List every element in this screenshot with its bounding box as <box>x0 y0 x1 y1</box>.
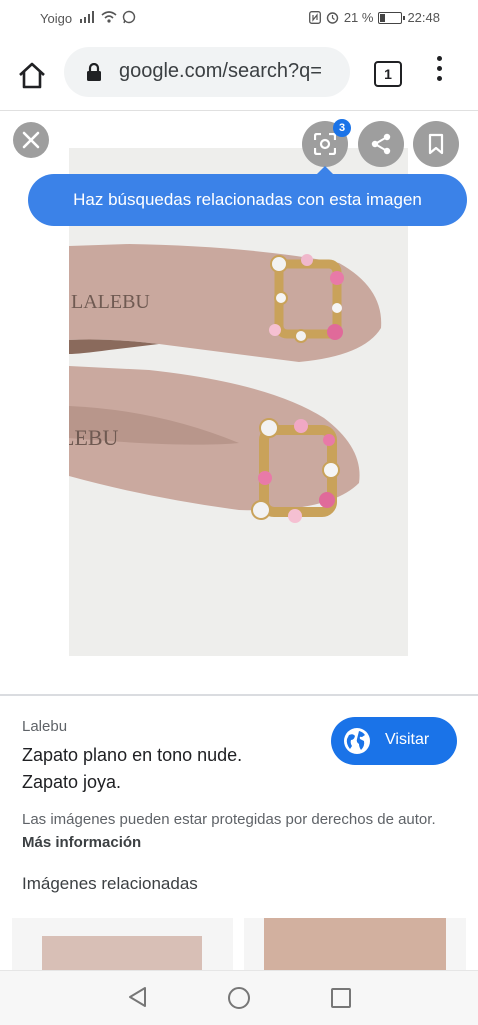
lens-icon <box>314 133 336 155</box>
related-image-card[interactable] <box>12 918 233 970</box>
tab-switcher-button[interactable]: 1 <box>374 61 402 87</box>
home-button[interactable] <box>14 58 50 94</box>
image-viewer: LALEBU LEBU <box>0 111 478 694</box>
related-image-card[interactable] <box>244 918 466 970</box>
nav-recent-icon[interactable] <box>331 988 351 1008</box>
lens-count-badge: 3 <box>333 119 351 137</box>
share-icon <box>371 133 391 155</box>
address-bar[interactable]: google.com/search?q= <box>64 47 350 97</box>
result-title-line2[interactable]: Zapato joya. <box>22 772 121 793</box>
copyright-notice: Las imágenes pueden estar protegidas por… <box>22 808 452 854</box>
related-thumb <box>42 936 202 970</box>
nfc-icon <box>308 11 321 24</box>
more-vert-icon[interactable] <box>432 56 446 90</box>
related-images-heading: Imágenes relacionadas <box>22 874 198 893</box>
lock-icon <box>87 63 101 81</box>
clock: 22:48 <box>407 10 440 25</box>
brand-emboss-bottom: LEBU <box>69 425 119 450</box>
status-bar: Yoigo 21 % 22:48 <box>0 0 478 36</box>
visit-button[interactable]: Visitar <box>331 717 457 765</box>
battery-percent: 21 % <box>343 10 374 25</box>
nav-home-icon[interactable] <box>228 987 250 1009</box>
more-info-link[interactable]: Más información <box>22 834 141 851</box>
result-title-line1[interactable]: Zapato plano en tono nude. <box>22 745 242 766</box>
nav-back-icon[interactable] <box>127 986 147 1008</box>
system-nav-bar <box>0 970 478 1025</box>
result-source[interactable]: Lalebu <box>22 718 67 735</box>
signal-icon <box>80 11 94 23</box>
visit-label: Visitar <box>385 731 430 748</box>
status-right: 21 % 22:48 <box>308 10 440 25</box>
related-thumb <box>264 918 446 970</box>
url-text: google.com/search?q= <box>119 60 322 82</box>
home-icon <box>19 62 45 89</box>
result-divider <box>0 694 478 696</box>
carrier-name: Yoigo <box>40 11 73 26</box>
whatsapp-icon <box>122 10 136 24</box>
brand-emboss-top: LALEBU <box>71 291 150 313</box>
alarm-icon <box>326 12 339 24</box>
share-button[interactable] <box>358 121 404 167</box>
lens-tooltip[interactable]: Haz búsquedas relacionadas con esta imag… <box>28 174 467 226</box>
bookmark-button[interactable] <box>413 121 459 167</box>
wifi-icon <box>101 11 117 23</box>
battery-icon <box>378 11 406 24</box>
signal-wifi-icons <box>80 10 136 24</box>
close-button[interactable] <box>13 122 49 158</box>
copyright-text: Las imágenes pueden estar protegidas por… <box>22 811 436 828</box>
globe-icon <box>344 728 370 754</box>
browser-toolbar: google.com/search?q= 1 <box>0 36 478 110</box>
bookmark-icon <box>428 133 444 155</box>
close-icon <box>22 131 40 149</box>
